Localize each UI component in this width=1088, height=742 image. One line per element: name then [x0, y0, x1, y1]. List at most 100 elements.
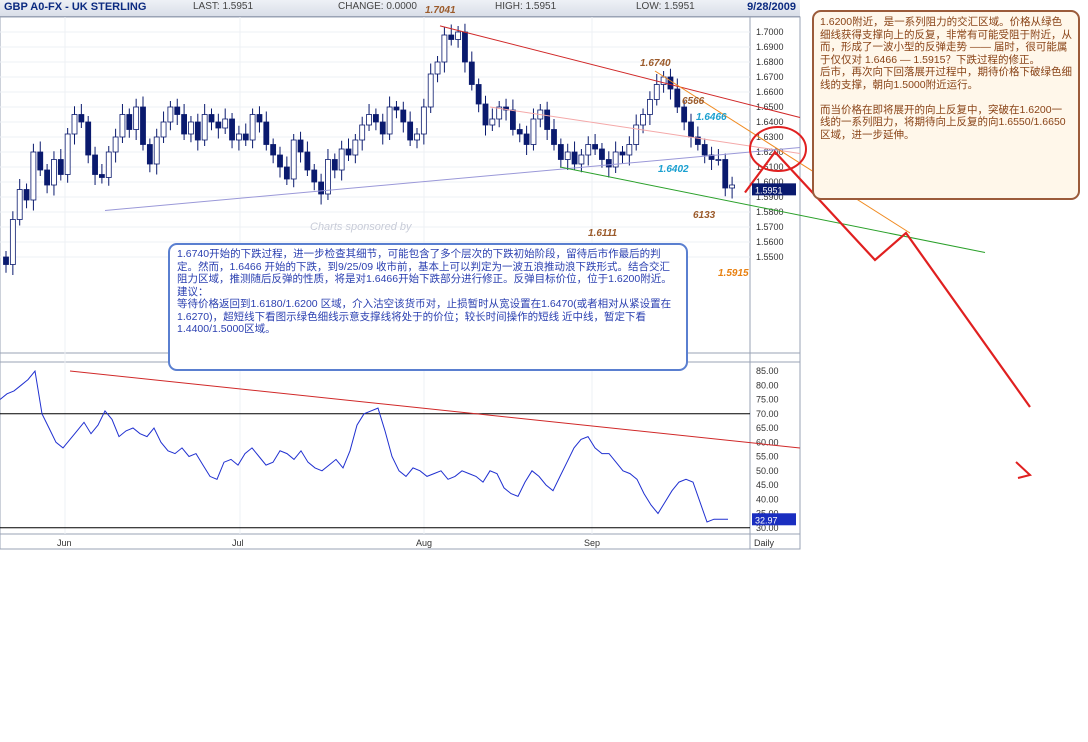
candle: [146, 144, 153, 165]
indicator-tick-label: 55.00: [756, 452, 779, 462]
candle: [701, 144, 708, 156]
candle: [140, 106, 146, 145]
candle: [263, 121, 270, 145]
indicator-tick-label: 50.00: [756, 466, 779, 476]
projection-arrowhead: [1015, 461, 1033, 479]
candle: [681, 106, 688, 123]
price-annotation: 1.6402: [658, 164, 689, 175]
candle: [30, 151, 37, 201]
candle: [674, 88, 681, 108]
candle: [468, 61, 475, 85]
candle: [160, 121, 167, 138]
candle: [71, 114, 78, 135]
candle: [427, 73, 434, 108]
candle: [557, 144, 564, 160]
candle: [489, 118, 496, 126]
indicator-value-label: 32.97: [755, 515, 778, 525]
candle: [688, 121, 694, 138]
candle: [85, 121, 92, 156]
candle: [462, 31, 468, 63]
candle: [585, 144, 592, 156]
x-tick-label: Jul: [232, 538, 244, 548]
candle: [359, 124, 366, 141]
candle: [578, 154, 585, 165]
price-annotation: 1.6740: [640, 58, 671, 69]
candle: [222, 118, 229, 129]
price-tick-label: 1.6700: [756, 72, 784, 82]
price-tick-label: 1.6400: [756, 117, 784, 127]
candle: [194, 121, 201, 141]
analysis-note-blue: 1.6740开始的下跌过程，进一步检查其细节，可能包含了多个层次的下跌初始阶段，…: [168, 243, 688, 371]
candle: [126, 114, 133, 130]
indicator-tick-label: 85.00: [756, 366, 779, 376]
candle: [304, 151, 311, 171]
candle: [311, 169, 318, 183]
price-annotation: 1.6111: [588, 228, 618, 239]
candle: [64, 133, 71, 175]
indicator-tick-label: 65.00: [756, 423, 779, 433]
candle: [633, 124, 640, 145]
candle: [372, 114, 379, 123]
candle: [571, 151, 578, 165]
price-tick-label: 1.6300: [756, 132, 784, 142]
candle: [331, 159, 338, 171]
candle: [407, 121, 414, 141]
candle: [530, 118, 537, 145]
candle: [455, 31, 462, 40]
candle: [599, 148, 605, 160]
candle: [325, 159, 331, 195]
candle: [167, 106, 174, 123]
price-tick-label: 1.6900: [756, 42, 784, 52]
candle: [605, 159, 612, 168]
price-tick-label: 1.6600: [756, 87, 784, 97]
price-annotation: 6566: [682, 96, 705, 107]
candle: [37, 151, 44, 171]
price-tick-label: 1.5700: [756, 222, 784, 232]
price-annotation: 6133: [693, 210, 716, 221]
candle: [119, 114, 126, 138]
price-annotation: 1.7041: [425, 5, 456, 16]
price-tick-label: 1.7000: [756, 27, 784, 37]
candle: [270, 144, 277, 156]
candle: [475, 84, 482, 105]
candle: [153, 136, 160, 165]
candle: [393, 106, 400, 111]
candle: [99, 174, 105, 178]
sponsor-watermark: Charts sponsored by: [310, 221, 413, 233]
candle: [242, 133, 249, 141]
candle: [78, 114, 85, 123]
candle: [112, 136, 119, 153]
candle: [722, 159, 729, 189]
candle: [667, 76, 674, 90]
candle: [448, 34, 455, 40]
price-annotation: 1.5915: [718, 268, 749, 279]
candle: [290, 139, 297, 180]
candle: [23, 189, 30, 201]
candle: [400, 109, 407, 123]
candle: [297, 139, 304, 153]
indicator-tick-label: 70.00: [756, 409, 779, 419]
candle: [441, 34, 448, 63]
candle: [181, 114, 188, 135]
x-tick-label: Daily: [754, 538, 775, 548]
price-tick-label: 1.5800: [756, 207, 784, 217]
candle: [352, 139, 359, 156]
candle: [715, 159, 722, 161]
candle: [592, 144, 598, 150]
candle: [640, 114, 646, 126]
candle: [729, 184, 735, 189]
candle: [57, 159, 64, 175]
price-annotation: 1.6466: [696, 112, 727, 123]
x-tick-label: Sep: [584, 538, 600, 548]
candle: [16, 189, 23, 220]
candle: [215, 121, 222, 129]
candle: [9, 219, 16, 265]
candle: [188, 121, 194, 135]
candle: [133, 106, 140, 130]
x-tick-label: Jun: [57, 538, 72, 548]
candle: [386, 106, 393, 135]
candle: [201, 114, 208, 141]
candle: [619, 151, 626, 156]
candle: [544, 109, 551, 130]
x-tick-label: Aug: [416, 538, 432, 548]
